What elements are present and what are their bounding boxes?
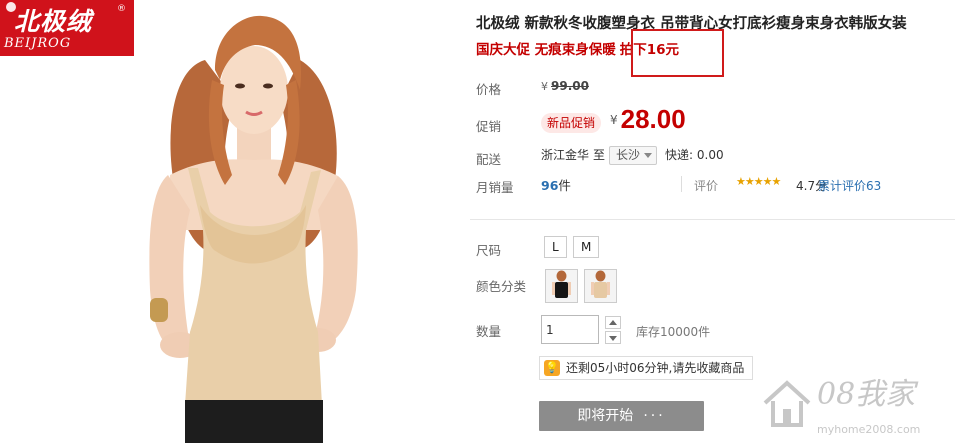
quantity-decrease-button[interactable] [605,331,621,344]
size-label: 尺码 [476,243,502,258]
size-option-l[interactable]: L [544,236,567,258]
swatch-black-image [546,270,577,302]
monthly-sales-label: 月销量 [476,180,514,195]
currency-symbol: ¥ [541,80,548,93]
coming-soon-label: 即将开始 [577,408,634,424]
countdown-tip: 💡 还剩05小时06分钟,请先收藏商品 [539,356,754,380]
cumulative-reviews-link[interactable]: 累计评价63 [818,177,881,194]
watermark-url: myhome2008.com [817,423,921,436]
star-rating-icon: ★★★★★ [736,175,781,188]
shipping-label: 配送 [476,152,502,167]
section-divider [470,219,955,220]
chevron-down-icon [609,336,617,341]
destination-select[interactable]: 长沙 [609,146,658,165]
promo-text: 国庆大促 无痕束身保暖 [476,42,616,58]
stock-count: 库存10000件 [636,325,711,339]
sales-count: 96 [541,178,559,193]
chevron-up-icon [609,320,617,325]
brand-logo-en: BEIJROG [4,36,72,51]
watermark: 08我家 myhome2008.com [757,365,955,443]
sale-price: ¥28.00 [610,104,686,135]
brand-logo[interactable]: 北极绒 ® BEIJROG [0,0,134,56]
brand-logo-cn: 北极绒 [14,7,93,36]
quantity-input[interactable] [541,315,599,344]
countdown-tip-text: 还剩05小时06分钟,请先收藏商品 [566,361,745,375]
swatch-nude-image [585,270,616,302]
color-swatch-black[interactable] [545,269,578,303]
sale-price-value: 28.00 [620,104,686,134]
lightbulb-icon: 💡 [544,360,560,376]
size-option-m[interactable]: M [573,236,600,258]
product-photo: 北极绒 ® BEIJROG [0,0,460,443]
watermark-text: 08我家 [817,377,916,412]
shipping-fee: 快递: 0.00 [665,148,724,162]
original-price-value: 99.00 [551,79,589,93]
coming-soon-button[interactable]: 即将开始 ··· [539,401,704,431]
promotion-label: 促销 [476,119,502,134]
highlight-box [631,29,724,77]
rating-label: 评价 [694,179,719,193]
registered-mark: ® [117,4,126,14]
color-swatch-nude[interactable] [584,269,617,303]
divider-vertical [681,176,682,192]
ship-from: 浙江金华 [541,148,590,162]
currency-symbol: ¥ [610,113,618,127]
sales-unit: 件 [558,178,571,193]
promotion-badge: 新品促销 [541,113,602,133]
dots-icon: ··· [643,408,666,424]
monthly-sales: 96件 [541,175,571,194]
color-label: 颜色分类 [476,279,527,294]
destination-value: 长沙 [616,148,641,162]
original-price: ¥99.00 [541,79,589,93]
house-icon [763,380,811,427]
shipping-row: 浙江金华至长沙 快递: 0.00 [541,146,724,165]
quantity-increase-button[interactable] [605,316,621,329]
model-illustration [149,15,358,443]
price-label: 价格 [476,82,502,97]
chevron-down-icon [644,153,653,158]
ship-to-word: 至 [593,148,606,162]
quantity-label: 数量 [476,324,502,339]
